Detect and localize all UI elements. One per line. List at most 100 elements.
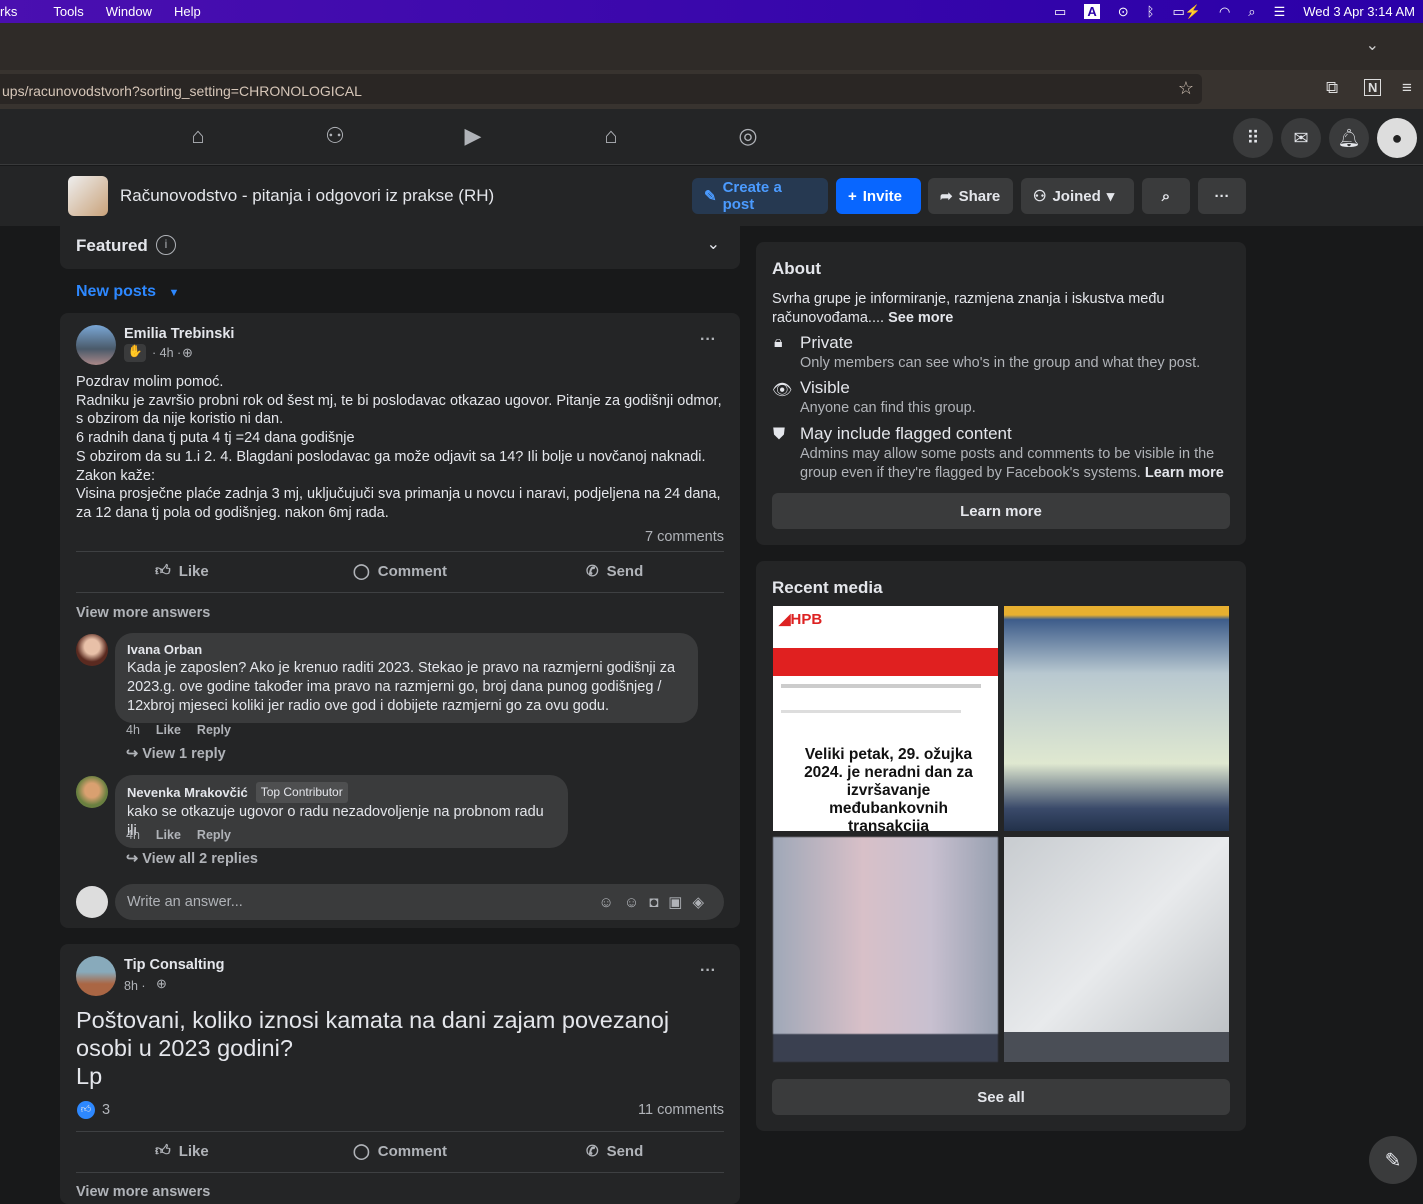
send-label: Send [606, 1142, 644, 1160]
top-contributor-badge: Top Contributor [255, 782, 348, 803]
url-field[interactable]: ups/racunovodstvorh?sorting_setting=CHRO… [0, 74, 1202, 104]
send-button[interactable]: ✆ Send [586, 562, 643, 581]
post-author[interactable]: Tip Consalting [124, 957, 224, 973]
comment-time[interactable]: 4h [126, 828, 140, 842]
globe-icon: ⊕ [182, 345, 193, 360]
featured-section[interactable]: Featured i ⌄ [60, 222, 740, 269]
chevron-down-icon[interactable]: ⌄ [707, 234, 720, 254]
share-button[interactable]: ➦ Share [928, 178, 1013, 214]
post-time[interactable]: 8h · [124, 979, 146, 993]
author-avatar[interactable] [76, 325, 116, 365]
post-author[interactable]: Emilia Trebinski [124, 326, 234, 342]
like-button[interactable]: 👍︎ Like [155, 562, 209, 580]
more-icon: ··· [1214, 187, 1230, 205]
menu-bookmarks[interactable]: rks [0, 4, 17, 19]
commenter-avatar[interactable] [76, 634, 108, 666]
reply-arrow-icon: ↪ [126, 746, 139, 762]
menu-icon[interactable]: ≡ [1402, 78, 1412, 98]
media-thumbnail[interactable] [1004, 606, 1229, 831]
camera-icon[interactable]: ◘ [649, 894, 668, 911]
bookmark-star-icon[interactable]: ☆ [1178, 78, 1194, 99]
comment-reply[interactable]: Reply [197, 723, 231, 737]
post-body: Poštovani, koliko iznosi kamata na dani … [76, 1006, 726, 1090]
comment-reply[interactable]: Reply [197, 828, 231, 842]
comment-like[interactable]: Like [156, 723, 181, 737]
info-icon[interactable]: i [156, 235, 176, 255]
bluetooth-icon[interactable]: ᛒ [1147, 4, 1155, 19]
display-icon[interactable]: ▭ [1054, 4, 1066, 20]
post-time[interactable]: · 4h · [152, 346, 181, 360]
comment-time[interactable]: 4h [126, 723, 140, 737]
view-more-answers[interactable]: View more answers [76, 1184, 210, 1200]
wifi-icon[interactable]: ◠ [1219, 4, 1230, 20]
like-reaction-icon[interactable]: 👍︎ [77, 1101, 95, 1119]
media-thumbnail[interactable]: ◢HPB Veliki petak, 29. ožujka 2024. je n… [773, 606, 998, 831]
group-thumbnail[interactable] [68, 176, 108, 216]
reply-arrow-icon: ↪ [126, 851, 139, 867]
author-avatar[interactable] [76, 956, 116, 996]
view-more-answers[interactable]: View more answers [76, 605, 210, 621]
commenter-avatar[interactable] [76, 776, 108, 808]
new-message-button[interactable]: ✎ [1369, 1136, 1417, 1184]
chevron-down-icon[interactable]: ⌄ [1366, 35, 1379, 55]
shield-icon: ⛊ [773, 426, 786, 443]
profile-avatar[interactable]: ● [1377, 118, 1417, 158]
search-button[interactable]: ⌕ [1142, 178, 1190, 214]
sort-dropdown[interactable]: New posts ▼ [76, 283, 179, 301]
gif-icon[interactable]: ▣ [668, 894, 692, 911]
see-all-button[interactable]: See all [772, 1079, 1230, 1115]
see-more-link[interactable]: See more [888, 310, 953, 326]
clock[interactable]: Wed 3 Apr 3:14 AM [1303, 4, 1415, 19]
battery-icon[interactable]: ▭⚡ [1172, 4, 1200, 20]
gaming-icon[interactable]: ◎ [734, 123, 762, 151]
flagged-learn-more-link[interactable]: Learn more [1145, 465, 1224, 481]
comment-author[interactable]: Nevenka Mrakovčić [127, 783, 248, 802]
menu-window[interactable]: Window [106, 4, 152, 19]
new-member-badge-icon[interactable]: ✋ [124, 344, 146, 362]
notifications-icon[interactable]: 🔔︎ [1329, 118, 1369, 158]
learn-more-button[interactable]: Learn more [772, 493, 1230, 529]
comment-like[interactable]: Like [156, 828, 181, 842]
comment-button[interactable]: ◯ Comment [353, 562, 447, 581]
spotlight-icon[interactable]: ⌕ [1248, 4, 1255, 20]
menu-grid-icon[interactable]: ⠿ [1233, 118, 1273, 158]
home-icon[interactable]: ⌂ [184, 123, 212, 151]
answer-input[interactable]: Write an answer... ☺☺◘▣◈ [115, 884, 724, 920]
reaction-count[interactable]: 3 [102, 1102, 110, 1118]
friends-icon[interactable]: ⚇ [321, 123, 349, 151]
like-button[interactable]: 👍︎ Like [155, 1142, 209, 1160]
video-icon[interactable]: ▶ [459, 123, 487, 151]
avatar-sticker-icon[interactable]: ☺ [599, 894, 624, 911]
view-replies[interactable]: ↪ View 1 reply [126, 746, 226, 762]
comment-button[interactable]: ◯ Comment [353, 1142, 447, 1161]
play-icon[interactable]: ⊙ [1118, 4, 1129, 20]
comment-count[interactable]: 7 comments [645, 529, 724, 545]
extensions-icon[interactable]: ⧉ [1326, 78, 1338, 98]
visibility-text: Anyone can find this group. [800, 400, 976, 416]
control-center-icon[interactable]: ☰ [1274, 4, 1286, 20]
comment-count[interactable]: 11 comments [638, 1102, 724, 1118]
emoji-icon[interactable]: ☺ [624, 894, 649, 911]
menu-help[interactable]: Help [174, 4, 201, 19]
my-avatar[interactable] [76, 886, 108, 918]
view-replies[interactable]: ↪ View all 2 replies [126, 851, 258, 867]
messenger-icon[interactable]: ✉ [1281, 118, 1321, 158]
menu-tools[interactable]: Tools [53, 4, 83, 19]
post-options-icon[interactable]: ··· [700, 331, 716, 349]
more-button[interactable]: ··· [1198, 178, 1246, 214]
joined-button[interactable]: ⚇ Joined ▾ [1021, 178, 1134, 214]
sticker-icon[interactable]: ◈ [692, 894, 714, 911]
group-name[interactable]: Računovodstvo - pitanja i odgovori iz pr… [120, 186, 494, 206]
sort-label: New posts [76, 283, 157, 300]
marketplace-icon[interactable]: ⌂ [597, 123, 625, 151]
invite-label: Invite [862, 187, 902, 205]
comment-author[interactable]: Ivana Orban [127, 640, 686, 659]
notion-icon[interactable]: N [1364, 79, 1382, 96]
send-button[interactable]: ✆ Send [586, 1142, 644, 1161]
create-post-button[interactable]: ✎ Create a post [692, 178, 828, 214]
media-thumbnail[interactable] [773, 837, 998, 1062]
input-source-icon[interactable]: A [1084, 4, 1100, 19]
media-thumbnail[interactable] [1004, 837, 1229, 1062]
invite-button[interactable]: + Invite [836, 178, 921, 214]
post-options-icon[interactable]: ··· [700, 962, 716, 980]
